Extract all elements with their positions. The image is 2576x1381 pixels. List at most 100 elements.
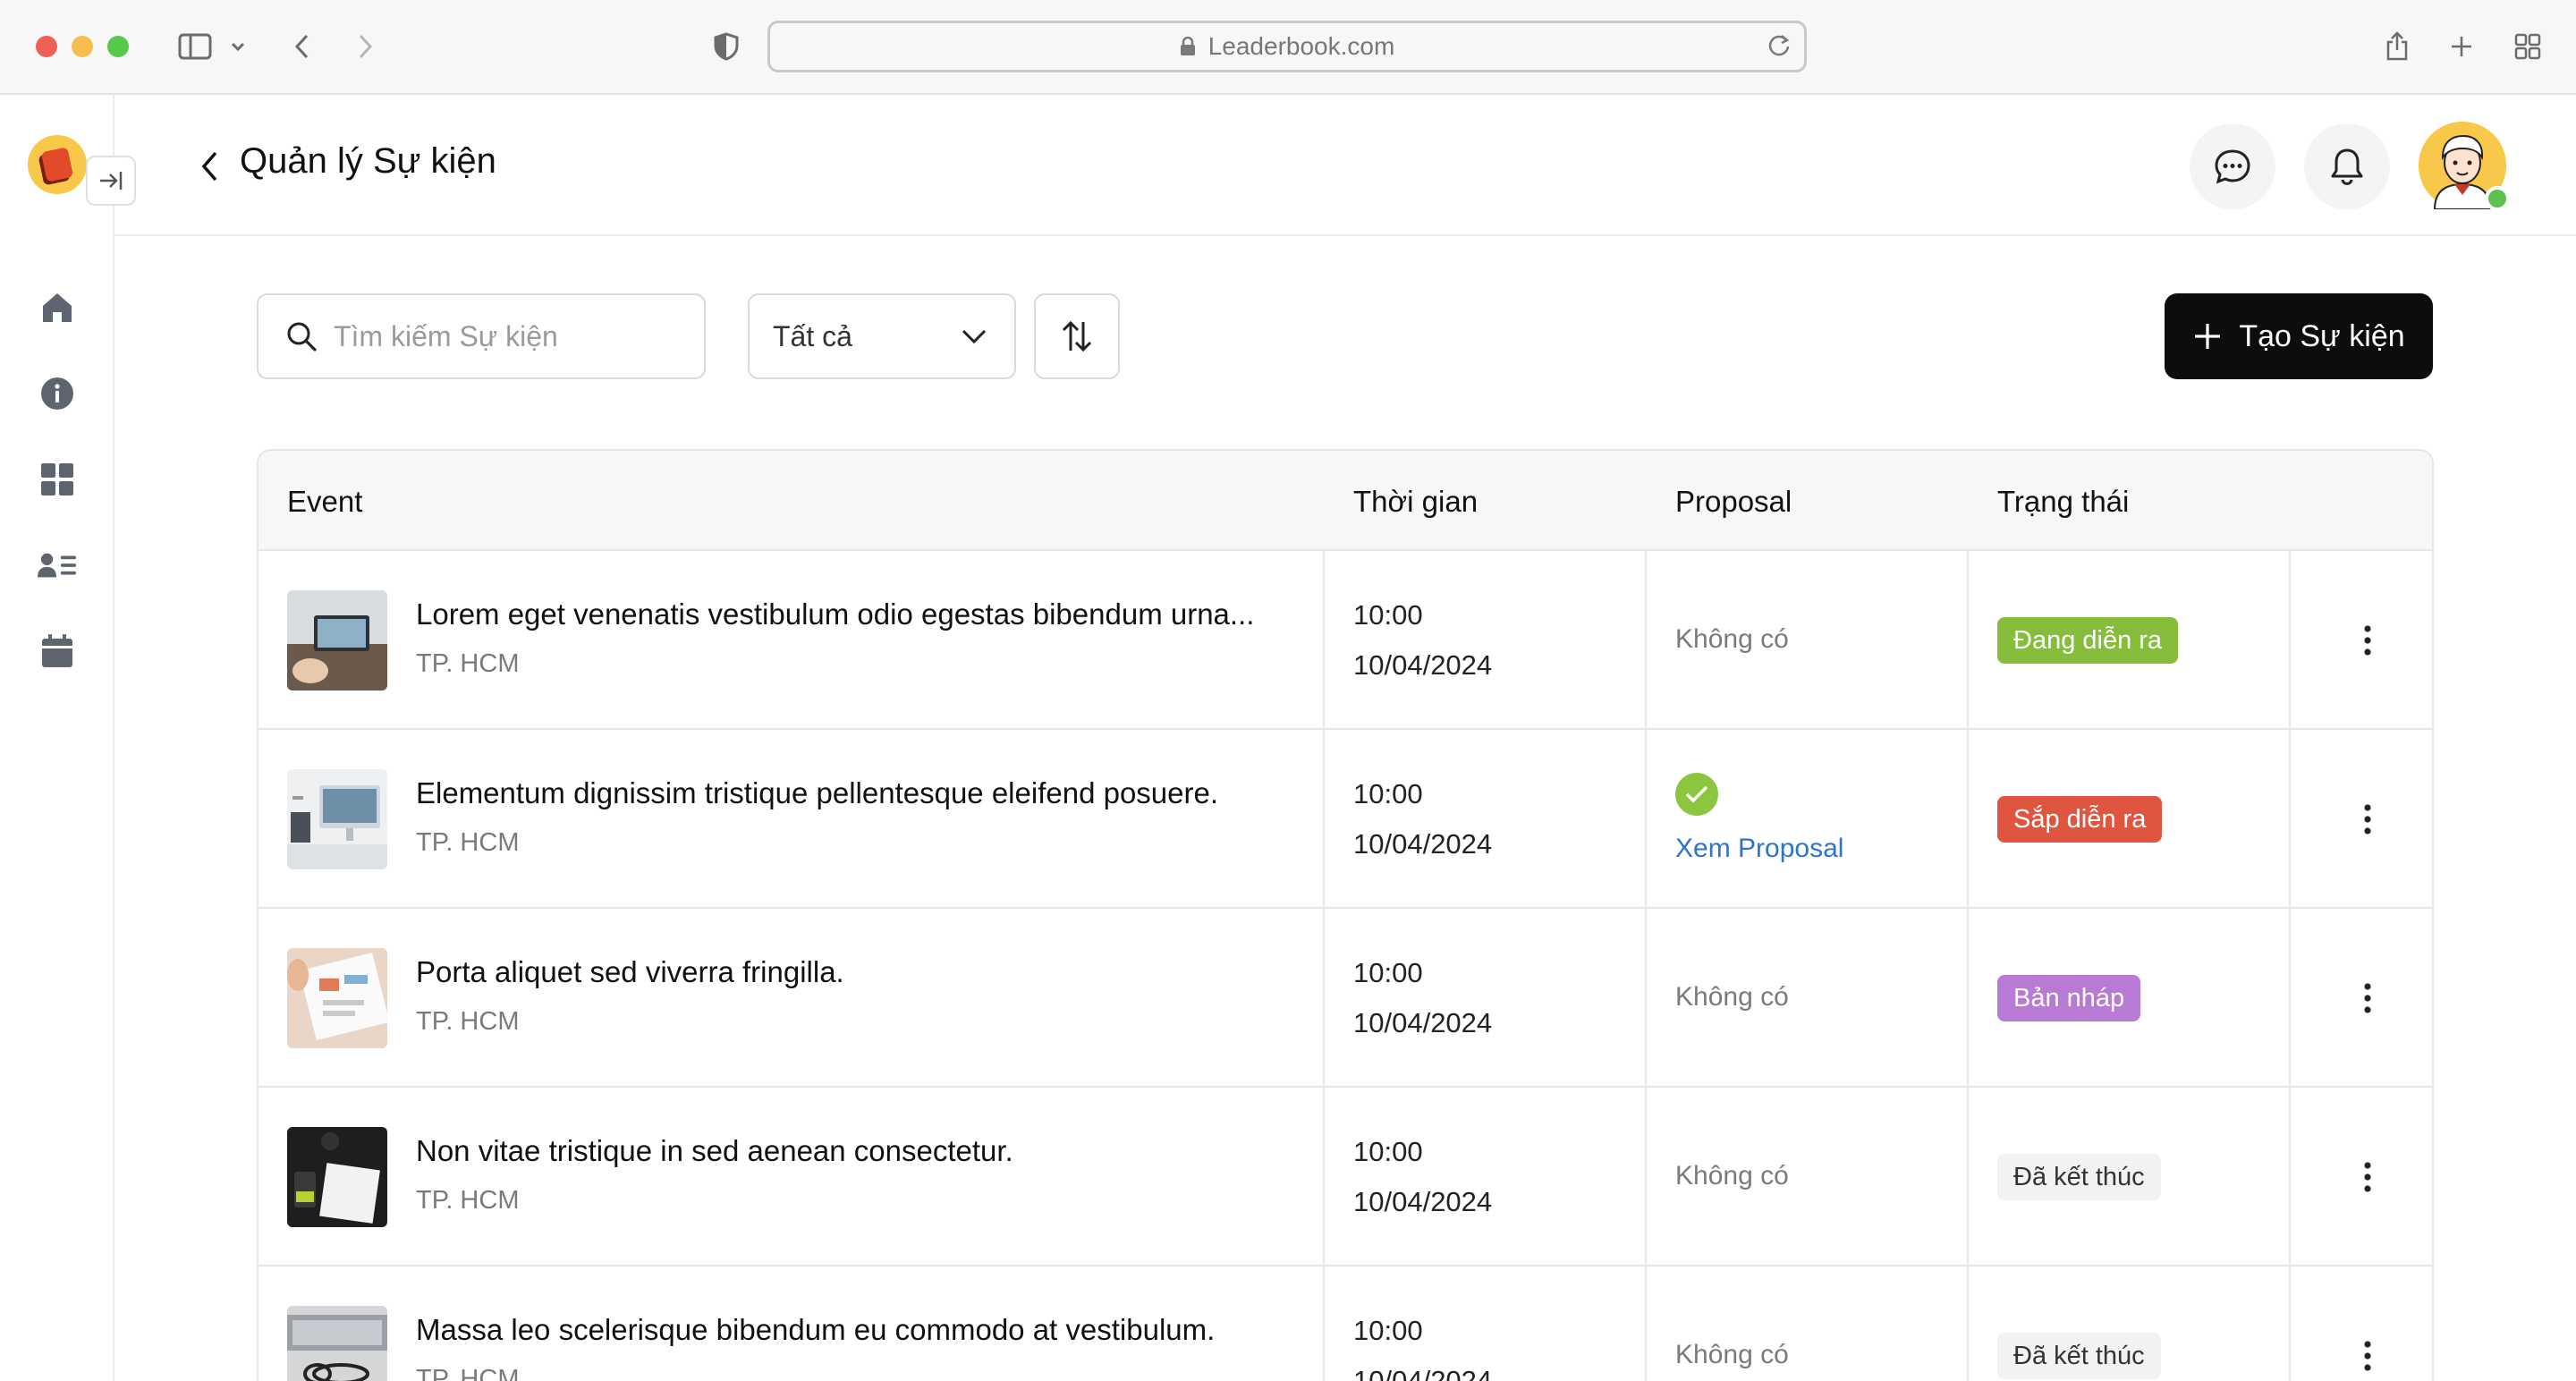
more-vertical-icon <box>2364 804 2371 835</box>
home-icon[interactable] <box>38 288 77 327</box>
status-badge: Đã kết thúc <box>1997 1154 2161 1200</box>
search-icon <box>287 322 317 352</box>
row-more-button[interactable] <box>2343 973 2393 1023</box>
event-date: 10/04/2024 <box>1353 649 1493 681</box>
expand-arrow-icon <box>100 172 123 190</box>
browser-toolbar: Leaderbook.com <box>0 0 2576 95</box>
table-row[interactable]: Non vitae tristique in sed aenean consec… <box>258 1088 2432 1267</box>
tab-overview-icon[interactable] <box>2510 25 2546 68</box>
column-header-proposal[interactable]: Proposal <box>1675 485 1792 519</box>
event-time: 10:00 <box>1353 599 1423 631</box>
online-status-dot <box>2485 186 2510 211</box>
address-bar[interactable]: Leaderbook.com <box>767 21 1807 72</box>
notifications-button[interactable] <box>2304 123 2390 209</box>
event-location: TP. HCM <box>416 649 520 678</box>
table-row[interactable]: Lorem eget venenatis vestibulum odio ege… <box>258 551 2432 730</box>
event-date: 10/04/2024 <box>1353 1186 1493 1217</box>
calendar-icon[interactable] <box>38 631 77 671</box>
event-location: TP. HCM <box>416 1186 520 1215</box>
row-more-button[interactable] <box>2343 1331 2393 1381</box>
status-badge: Sắp diễn ra <box>1997 796 2163 843</box>
check-circle-icon <box>1675 773 1718 816</box>
filter-selected-value: Tất cả <box>773 319 852 352</box>
app-logo[interactable] <box>28 135 87 194</box>
event-thumbnail <box>287 948 387 1048</box>
search-input[interactable] <box>334 319 674 353</box>
more-vertical-icon <box>2364 625 2371 656</box>
filter-select[interactable]: Tất cả <box>748 293 1016 379</box>
browser-forward-icon[interactable] <box>347 25 383 68</box>
table-row[interactable]: Elementum dignissim tristique pellentesq… <box>258 730 2432 909</box>
status-badge: Bản nháp <box>1997 975 2141 1021</box>
table-row[interactable]: Massa leo scelerisque bibendum eu commod… <box>258 1267 2432 1381</box>
column-header-status[interactable]: Trạng thái <box>1997 485 2129 519</box>
create-event-button[interactable]: Tạo Sự kiện <box>2165 293 2433 379</box>
search-box[interactable] <box>257 293 706 379</box>
shield-icon[interactable] <box>708 25 744 68</box>
proposal-text: Không có <box>1675 982 1789 1012</box>
event-date: 10/04/2024 <box>1353 1007 1493 1038</box>
event-thumbnail <box>287 1306 387 1381</box>
info-icon[interactable] <box>38 374 77 413</box>
event-time: 10:00 <box>1353 957 1423 988</box>
column-header-event[interactable]: Event <box>287 485 362 519</box>
chat-icon <box>2215 149 2250 184</box>
event-date: 10/04/2024 <box>1353 828 1493 860</box>
logo-mark <box>40 147 74 182</box>
events-table: Event Thời gian Proposal Trạng thái Lore… <box>257 449 2434 1381</box>
expand-sidebar-button[interactable] <box>86 156 136 206</box>
event-title[interactable]: Elementum dignissim tristique pellentesq… <box>416 776 1218 810</box>
row-more-button[interactable] <box>2343 1152 2393 1202</box>
event-location: TP. HCM <box>416 828 520 857</box>
event-title[interactable]: Lorem eget venenatis vestibulum odio ege… <box>416 597 1254 631</box>
share-icon[interactable] <box>2379 25 2415 68</box>
event-location: TP. HCM <box>416 1007 520 1036</box>
new-tab-icon[interactable] <box>2444 25 2479 68</box>
more-vertical-icon <box>2364 1341 2371 1371</box>
proposal-text: Không có <box>1675 1161 1789 1190</box>
event-location: TP. HCM <box>416 1365 520 1381</box>
event-title[interactable]: Massa leo scelerisque bibendum eu commod… <box>416 1313 1215 1347</box>
page-header: Quản lý Sự kiện <box>114 95 2576 236</box>
browser-back-icon[interactable] <box>284 25 320 68</box>
lock-icon <box>1180 37 1195 55</box>
status-badge: Đang diễn ra <box>1997 617 2179 664</box>
event-date: 10/04/2024 <box>1353 1365 1493 1381</box>
bell-icon <box>2331 148 2363 186</box>
row-more-button[interactable] <box>2343 794 2393 844</box>
table-row[interactable]: Porta aliquet sed viverra fringilla. TP.… <box>258 909 2432 1088</box>
event-thumbnail <box>287 769 387 869</box>
sort-button[interactable] <box>1034 293 1120 379</box>
reload-icon[interactable] <box>1767 32 1792 64</box>
proposal-text: Không có <box>1675 624 1789 654</box>
event-title[interactable]: Porta aliquet sed viverra fringilla. <box>416 955 844 989</box>
user-avatar[interactable] <box>2419 122 2510 211</box>
row-more-button[interactable] <box>2343 615 2393 665</box>
maximize-window-button[interactable] <box>107 36 129 57</box>
event-thumbnail <box>287 590 387 690</box>
chevron-down-icon[interactable] <box>227 25 249 68</box>
sidebar <box>0 95 114 1381</box>
messages-button[interactable] <box>2190 123 2275 209</box>
event-title[interactable]: Non vitae tristique in sed aenean consec… <box>416 1134 1013 1168</box>
view-proposal-link[interactable]: Xem Proposal <box>1675 834 1843 864</box>
table-header: Event Thời gian Proposal Trạng thái <box>258 451 2432 551</box>
more-vertical-icon <box>2364 1162 2371 1192</box>
chevron-left-icon <box>201 151 217 182</box>
more-vertical-icon <box>2364 983 2371 1013</box>
proposal-text: Không có <box>1675 1340 1789 1369</box>
create-event-label: Tạo Sự kiện <box>2239 318 2405 353</box>
url-text: Leaderbook.com <box>1208 32 1395 60</box>
event-time: 10:00 <box>1353 1136 1423 1167</box>
sidebar-toggle-icon[interactable] <box>174 25 216 68</box>
sort-icon <box>1062 320 1092 352</box>
contacts-icon[interactable] <box>38 546 77 585</box>
event-thumbnail <box>287 1127 387 1227</box>
grid-icon[interactable] <box>38 460 77 499</box>
close-window-button[interactable] <box>36 36 57 57</box>
minimize-window-button[interactable] <box>72 36 93 57</box>
column-header-time[interactable]: Thời gian <box>1353 485 1478 519</box>
chevron-down-icon <box>962 329 987 344</box>
back-button[interactable] <box>191 145 227 188</box>
event-time: 10:00 <box>1353 1315 1423 1346</box>
